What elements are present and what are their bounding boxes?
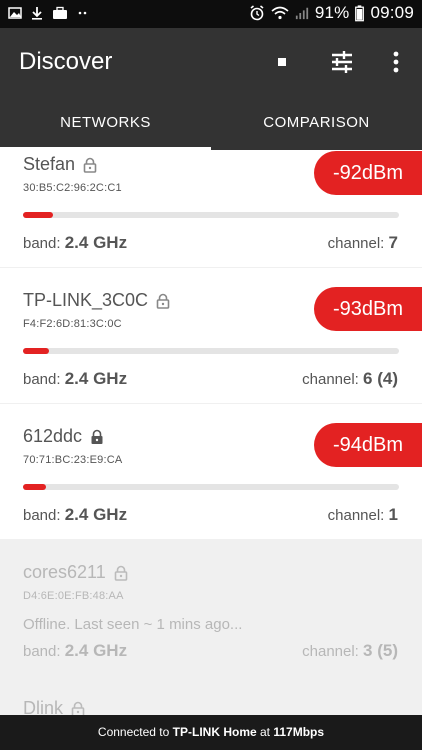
more-notifications-icon <box>78 11 87 15</box>
network-bssid: 70:71:BC:23:E9:CA <box>23 454 123 466</box>
network-ssid: TP-LINK_3C0C <box>23 290 170 311</box>
download-icon <box>32 7 42 20</box>
connection-speed: 117Mbps <box>273 725 325 739</box>
battery-icon <box>355 4 365 21</box>
lock-icon <box>83 157 97 173</box>
band-label: band: <box>23 235 61 252</box>
app-bar: Discover <box>0 28 422 96</box>
more-vert-icon[interactable] <box>382 48 410 76</box>
network-card[interactable]: TP-LINK_3C0C F4:F2:6D:81:3C:0C -93dBm ba… <box>0 268 422 403</box>
status-bar: 91% 09:09 <box>0 0 422 28</box>
tab-networks[interactable]: NETWORKS <box>0 96 211 150</box>
ssid-label: Stefan <box>23 154 76 174</box>
system-indicators: 91% 09:09 <box>249 3 414 23</box>
channel-info: channel: 6 (4) <box>302 369 398 389</box>
network-card-offline[interactable]: cores6211 D4:6E:0E:FB:48:AA Offline. Las… <box>0 540 422 675</box>
channel-value: 1 <box>388 505 398 524</box>
network-card-offline[interactable]: Dlink <box>0 676 422 715</box>
signal-bar-fill <box>23 212 54 218</box>
channel-label: channel: <box>302 643 359 660</box>
band-info: band: 2.4 GHz <box>23 233 127 253</box>
channel-info: channel: 7 <box>328 233 398 253</box>
network-ssid: 612ddc <box>23 426 104 447</box>
band-value: 2.4 GHz <box>64 233 128 252</box>
briefcase-icon <box>53 6 67 19</box>
ssid-label: TP-LINK_3C0C <box>23 290 149 310</box>
signal-bar-fill <box>23 484 46 490</box>
channel-value: 6 (4) <box>363 369 398 388</box>
lock-icon <box>156 293 170 309</box>
band-info: band: 2.4 GHz <box>23 505 127 525</box>
connected-network: TP-LINK Home <box>172 725 257 739</box>
signal-bar <box>23 484 399 490</box>
tune-icon[interactable] <box>328 48 356 76</box>
lock-icon <box>71 701 85 715</box>
lock-icon <box>114 565 128 581</box>
network-ssid: Stefan <box>23 154 97 175</box>
channel-value: 3 (5) <box>363 641 398 660</box>
band-label: band: <box>23 371 61 388</box>
offline-status: Offline. Last seen ~ 1 mins ago... <box>23 616 243 633</box>
network-ssid: cores6211 <box>23 562 128 583</box>
signal-bar-fill <box>23 348 50 354</box>
rssi-badge: -92dBm <box>314 151 422 195</box>
band-value: 2.4 GHz <box>64 641 128 660</box>
lock-icon <box>91 429 103 444</box>
channel-info: channel: 1 <box>328 505 398 525</box>
network-list[interactable]: Stefan 30:B5:C2:96:2C:C1 -92dBm band: 2.… <box>0 150 422 715</box>
channel-label: channel: <box>327 235 385 252</box>
notification-icons <box>8 6 90 20</box>
signal-icon <box>295 7 308 20</box>
footer-middle: at <box>260 725 271 739</box>
band-info: band: 2.4 GHz <box>23 641 127 661</box>
stop-icon[interactable] <box>268 48 296 76</box>
band-label: band: <box>23 507 61 524</box>
network-card[interactable]: Stefan 30:B5:C2:96:2C:C1 -92dBm band: 2.… <box>0 150 422 267</box>
tab-comparison[interactable]: COMPARISON <box>211 96 422 150</box>
page-title: Discover <box>19 48 113 75</box>
network-bssid: D4:6E:0E:FB:48:AA <box>23 590 124 602</box>
signal-bar <box>23 348 399 354</box>
band-value: 2.4 GHz <box>64 369 128 388</box>
network-ssid: Dlink <box>23 698 85 715</box>
wifi-icon <box>271 6 289 20</box>
image-icon <box>8 7 22 19</box>
channel-value: 7 <box>388 233 398 252</box>
channel-label: channel: <box>302 371 359 388</box>
network-card[interactable]: 612ddc 70:71:BC:23:E9:CA -94dBm band: 2.… <box>0 404 422 539</box>
tab-bar: NETWORKS COMPARISON <box>0 96 422 150</box>
network-bssid: F4:F2:6D:81:3C:0C <box>23 318 122 330</box>
clock: 09:09 <box>370 3 414 22</box>
channel-info: channel: 3 (5) <box>302 641 398 661</box>
rssi-badge: -94dBm <box>314 423 422 467</box>
band-value: 2.4 GHz <box>64 505 128 524</box>
battery-percent: 91% <box>314 3 350 22</box>
band-label: band: <box>23 643 61 660</box>
channel-label: channel: <box>327 507 385 524</box>
ssid-label: cores6211 <box>23 562 106 582</box>
ssid-label: Dlink <box>23 698 64 715</box>
rssi-badge: -93dBm <box>314 287 422 331</box>
network-bssid: 30:B5:C2:96:2C:C1 <box>23 182 122 194</box>
connection-status-bar: Connected to TP-LINK Home at 117Mbps <box>0 715 422 750</box>
alarm-icon <box>250 5 264 21</box>
signal-bar <box>23 212 399 218</box>
footer-prefix: Connected to <box>97 725 170 739</box>
ssid-label: 612ddc <box>23 426 83 446</box>
band-info: band: 2.4 GHz <box>23 369 127 389</box>
